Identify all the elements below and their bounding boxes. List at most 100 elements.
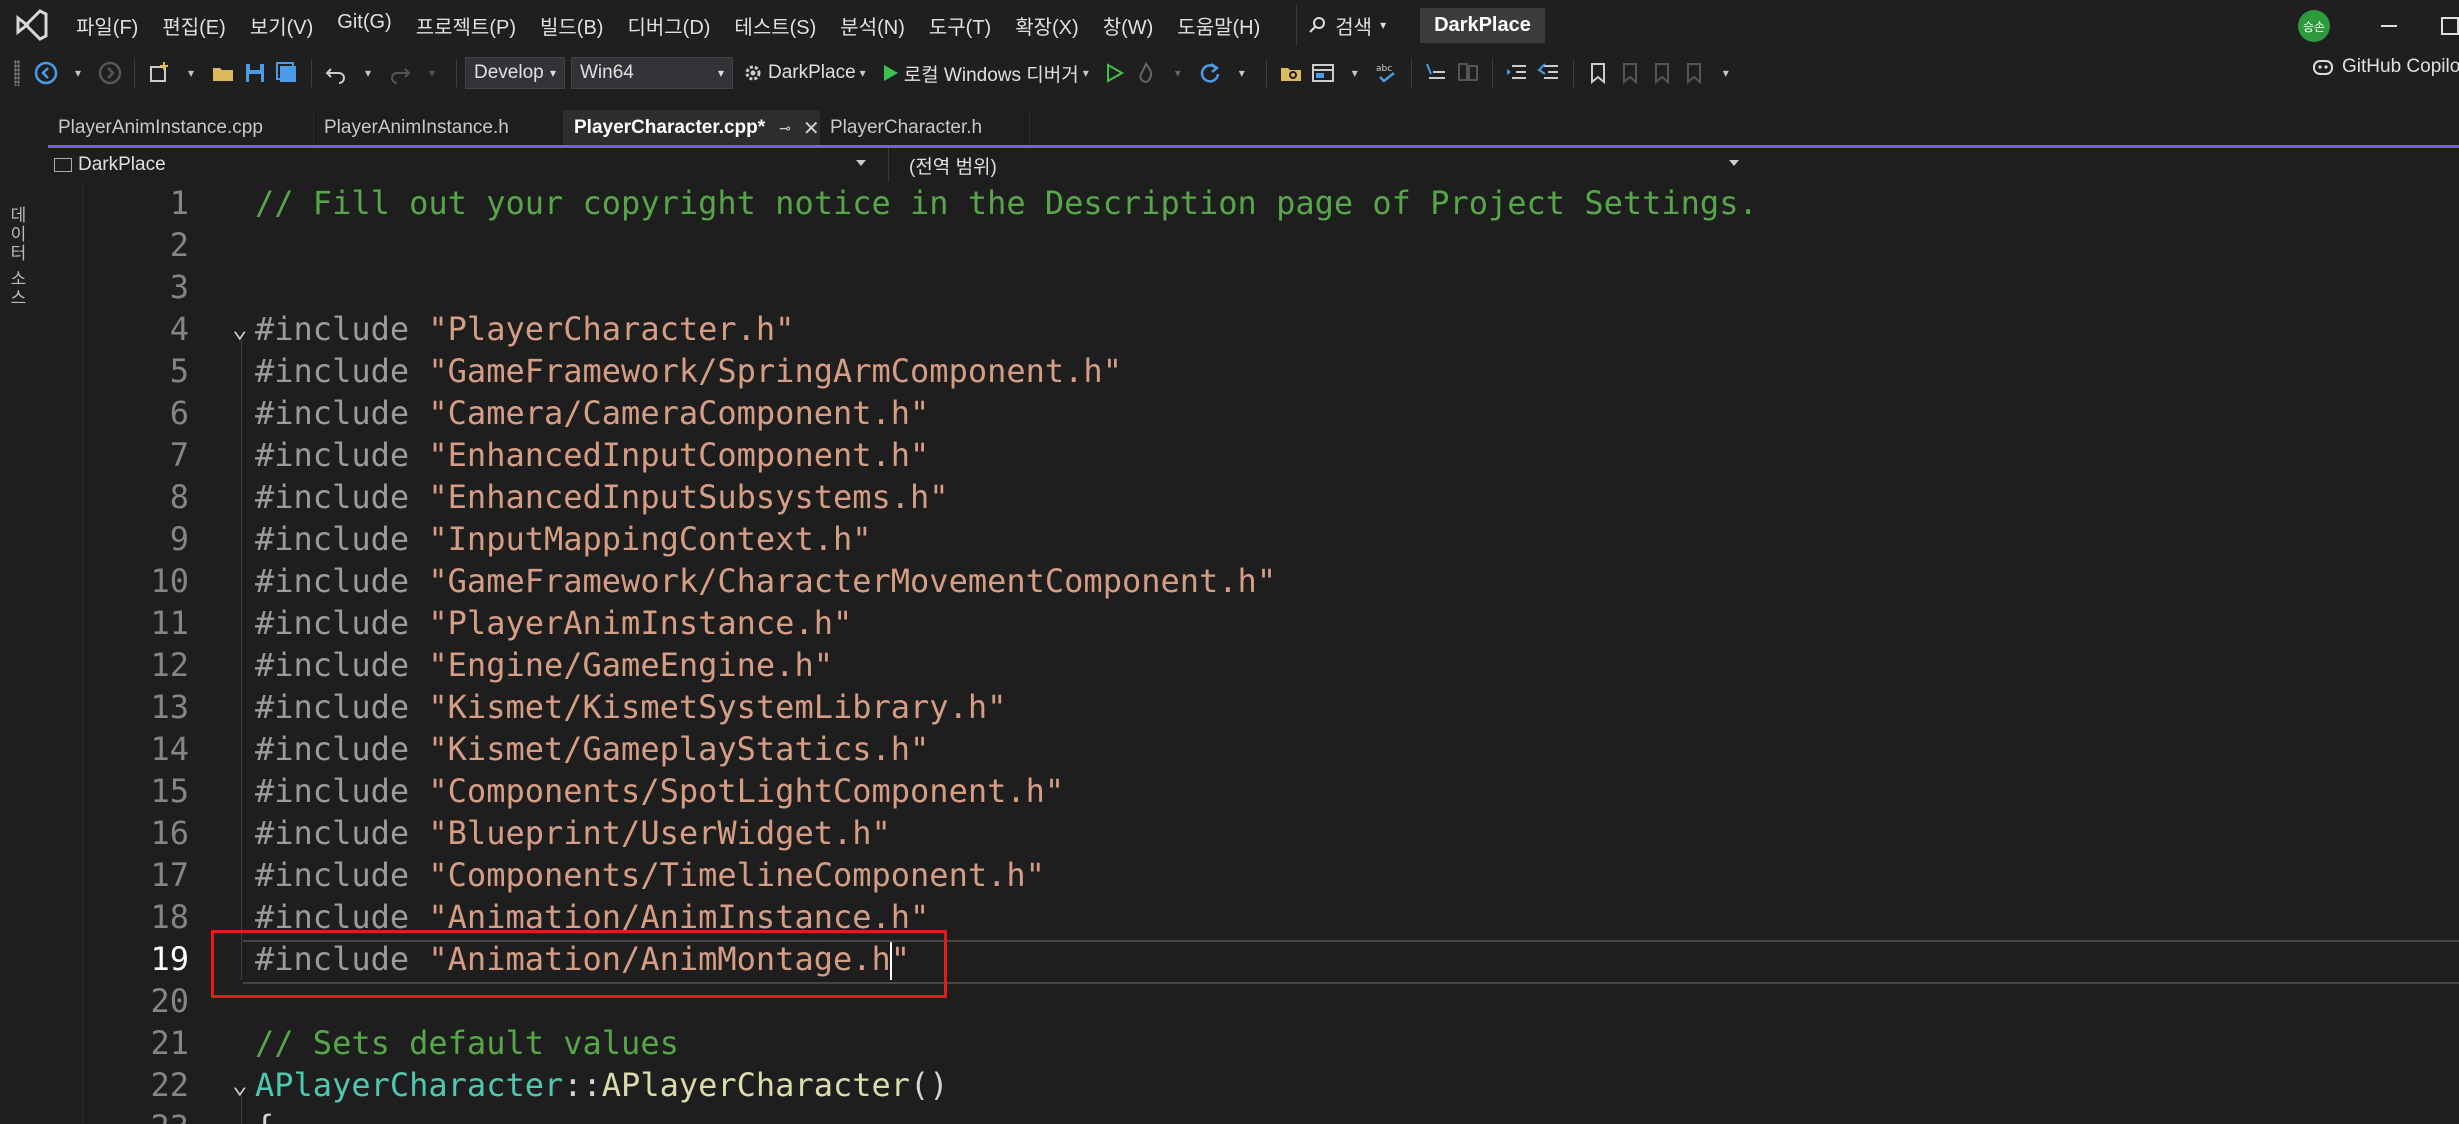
restart-button[interactable] xyxy=(1194,56,1226,90)
tab-playeraniminstance-h[interactable]: PlayerAnimInstance.h xyxy=(314,110,564,146)
pin-icon[interactable]: ⊸ xyxy=(779,120,791,137)
code-line[interactable]: 7 #include "EnhancedInputComponent.h" xyxy=(48,434,2459,476)
undo-button[interactable] xyxy=(320,56,352,90)
menu-item[interactable]: 테스트(S) xyxy=(722,5,828,46)
minimize-button[interactable] xyxy=(2375,12,2403,40)
code-line[interactable]: 11 #include "PlayerAnimInstance.h" xyxy=(48,602,2459,644)
menu-item[interactable]: 분석(N) xyxy=(828,5,917,46)
tab-playeraniminstance-cpp[interactable]: PlayerAnimInstance.cpp xyxy=(48,110,314,146)
line-code: APlayerCharacter::APlayerCharacter() xyxy=(255,1064,949,1106)
toggle-bookmark-button[interactable] xyxy=(1582,56,1614,90)
menu-item[interactable]: 도움말(H) xyxy=(1165,5,1272,46)
menu-item[interactable]: Git(G) xyxy=(325,5,403,46)
hot-reload-button[interactable] xyxy=(1130,56,1162,90)
toggle-comment-button[interactable] xyxy=(1420,56,1452,90)
close-icon[interactable]: ✕ xyxy=(803,116,820,141)
search-icon xyxy=(1309,17,1326,33)
previous-bookmark-button[interactable] xyxy=(1614,56,1646,90)
line-number: 7 xyxy=(169,436,189,474)
code-line[interactable]: 21 // Sets default values xyxy=(48,1022,2459,1064)
chevron-down-icon xyxy=(856,160,866,166)
code-line[interactable]: 14 #include "Kismet/GameplayStatics.h" xyxy=(48,728,2459,770)
fold-chevron-icon[interactable]: ⌄ xyxy=(232,1064,248,1106)
code-line[interactable]: 15 #include "Components/SpotLightComponen… xyxy=(48,770,2459,812)
new-project-dropdown[interactable]: ▾ xyxy=(175,56,207,90)
menu-item[interactable]: 프로젝트(P) xyxy=(404,5,528,46)
code-line[interactable]: 2 xyxy=(48,224,2459,266)
solution-platform-select[interactable]: Win64 ▾ xyxy=(571,57,733,89)
spell-check-button[interactable]: abc xyxy=(1371,56,1403,90)
visual-studio-logo[interactable] xyxy=(14,7,50,43)
code-line[interactable]: 16 #include "Blueprint/UserWidget.h" xyxy=(48,812,2459,854)
menu-item[interactable]: 확장(X) xyxy=(1003,5,1090,46)
chevron-down-icon: ▾ xyxy=(1380,18,1387,32)
start-without-debugging-button[interactable] xyxy=(1098,56,1130,90)
redo-button[interactable] xyxy=(384,56,416,90)
bookmark-icon xyxy=(1590,63,1605,85)
toolbar-grip[interactable] xyxy=(14,60,20,86)
new-project-button[interactable] xyxy=(143,56,175,90)
restart-dropdown[interactable]: ▾ xyxy=(1226,56,1258,90)
outdent-button[interactable] xyxy=(1501,56,1533,90)
back-button[interactable] xyxy=(30,56,62,90)
menu-item[interactable]: 빌드(B) xyxy=(528,5,615,46)
code-line[interactable]: 22 ⌄ APlayerCharacter::APlayerCharacter() xyxy=(48,1064,2459,1106)
project-dropdown[interactable]: DarkPlace xyxy=(48,148,868,182)
menu-item[interactable]: 도구(T) xyxy=(917,5,1003,46)
code-line[interactable]: 17 #include "Components/TimelineComponent… xyxy=(48,854,2459,896)
toolbar-separator xyxy=(311,59,312,87)
github-copilot-button[interactable]: GitHub Copilo xyxy=(2312,56,2459,78)
save-all-button[interactable] xyxy=(271,56,303,90)
line-number: 6 xyxy=(169,394,189,432)
tab-playercharacter-cpp[interactable]: PlayerCharacter.cpp* ⊸ ✕ xyxy=(564,110,820,146)
next-bookmark-button[interactable] xyxy=(1646,56,1678,90)
save-button[interactable] xyxy=(239,56,271,90)
forward-button[interactable] xyxy=(94,56,126,90)
menu-item[interactable]: 보기(V) xyxy=(238,5,325,46)
search-button[interactable]: 검색 ▾ xyxy=(1296,4,1398,46)
code-line[interactable]: 12 #include "Engine/GameEngine.h" xyxy=(48,644,2459,686)
line-number: 10 xyxy=(150,562,189,600)
project-name: DarkPlace xyxy=(78,154,166,175)
code-line[interactable]: 23 { xyxy=(48,1106,2459,1124)
window-layout-button[interactable] xyxy=(1307,56,1339,90)
menu-item[interactable]: 디버그(D) xyxy=(615,5,722,46)
redo-dropdown[interactable]: ▾ xyxy=(416,56,448,90)
toolbar-overflow-button[interactable]: ▾ xyxy=(1710,56,1742,90)
code-line[interactable]: 8 #include "EnhancedInputSubsystems.h" xyxy=(48,476,2459,518)
solution-configuration-select[interactable]: Develop ▾ xyxy=(465,57,565,89)
clear-bookmarks-button[interactable] xyxy=(1678,56,1710,90)
code-line[interactable]: 5 #include "GameFramework/SpringArmCompon… xyxy=(48,350,2459,392)
code-line[interactable]: 1 // Fill out your copyright notice in th… xyxy=(48,182,2459,224)
back-dropdown[interactable]: ▾ xyxy=(62,56,94,90)
indent-button[interactable] xyxy=(1533,56,1565,90)
menu-item[interactable]: 창(W) xyxy=(1091,5,1166,46)
code-line[interactable]: 6 #include "Camera/CameraComponent.h" xyxy=(48,392,2459,434)
start-debugging-button[interactable]: 로컬 Windows 디버거 ▾ xyxy=(877,56,1092,90)
copilot-icon xyxy=(2313,60,2333,75)
code-line[interactable]: 13 #include "Kismet/KismetSystemLibrary.h… xyxy=(48,686,2459,728)
startup-project-button[interactable]: DarkPlace ▾ xyxy=(739,56,869,90)
spell-check-icon: abc xyxy=(1376,64,1395,83)
maximize-button[interactable] xyxy=(2436,12,2459,40)
undo-dropdown[interactable]: ▾ xyxy=(352,56,384,90)
open-folder-button[interactable] xyxy=(207,56,239,90)
code-token-func: APlayerCharacter xyxy=(601,1066,911,1104)
menu-item[interactable]: 편집(E) xyxy=(150,5,237,46)
avatar[interactable]: 승손 xyxy=(2298,10,2330,42)
code-line[interactable]: 9 #include "InputMappingContext.h" xyxy=(48,518,2459,560)
tab-playercharacter-h[interactable]: PlayerCharacter.h xyxy=(820,110,1030,146)
line-number: 18 xyxy=(150,898,189,936)
code-line[interactable]: 4 ⌄ #include "PlayerCharacter.h" xyxy=(48,308,2459,350)
file-explorer-button[interactable] xyxy=(1275,56,1307,90)
hot-reload-dropdown[interactable]: ▾ xyxy=(1162,56,1194,90)
code-line[interactable]: 10 #include "GameFramework/CharacterMovem… xyxy=(48,560,2459,602)
data-sources-tab[interactable]: 데이터 소스 xyxy=(4,206,29,308)
fold-chevron-icon[interactable]: ⌄ xyxy=(232,308,248,350)
code-token-string: "GameFramework/SpringArmComponent.h" xyxy=(428,352,1122,390)
scope-dropdown[interactable]: (전역 범위) xyxy=(888,148,1748,182)
code-line[interactable]: 3 xyxy=(48,266,2459,308)
uncomment-button[interactable] xyxy=(1452,56,1484,90)
window-layout-dropdown[interactable]: ▾ xyxy=(1339,56,1371,90)
menu-item[interactable]: 파일(F) xyxy=(64,5,150,46)
